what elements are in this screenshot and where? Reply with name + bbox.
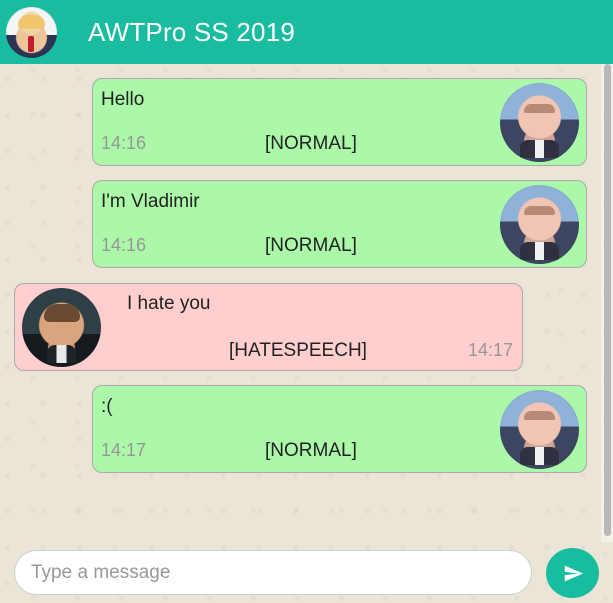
message-bubble: I'm Vladimir 14:16 [NORMAL]: [92, 180, 587, 268]
message-text: Hello: [101, 89, 145, 110]
send-button[interactable]: [546, 548, 599, 598]
message-text: I'm Vladimir: [101, 191, 200, 212]
message-bubble: I hate you [HATESPEECH] 14:17: [14, 283, 523, 371]
header-avatar: [6, 6, 57, 58]
message-classification: [NORMAL]: [265, 235, 357, 256]
message-bubble: :( 14:17 [NORMAL]: [92, 385, 587, 473]
message-time: 14:16: [101, 133, 147, 153]
message-classification: [NORMAL]: [265, 133, 357, 154]
message-time: 14:17: [467, 340, 513, 360]
message-composer: [0, 542, 613, 603]
kennedy-avatar: [22, 288, 101, 367]
putin-avatar: [500, 83, 579, 162]
message-classification: [NORMAL]: [265, 440, 357, 461]
putin-avatar: [500, 185, 579, 264]
message-input[interactable]: [14, 550, 532, 595]
chat-title: AWTPro SS 2019: [88, 17, 296, 47]
message-classification: [HATESPEECH]: [229, 340, 367, 361]
send-icon: [564, 565, 584, 582]
message-list[interactable]: Hello 14:16 [NORMAL] I'm Vladimir 14:16 …: [0, 64, 613, 542]
message-bubble: Hello 14:16 [NORMAL]: [92, 78, 587, 166]
chat-window: AWTPro SS 2019 Hello 14:16 [NORMAL] I'm …: [0, 0, 613, 603]
chat-header: AWTPro SS 2019: [0, 0, 613, 64]
message-time: 14:16: [101, 235, 147, 255]
message-time: 14:17: [101, 440, 147, 460]
scrollbar-thumb[interactable]: [604, 64, 611, 536]
message-text: :(: [101, 396, 113, 417]
message-text: I hate you: [127, 293, 211, 314]
message-scrollbar[interactable]: [601, 64, 613, 542]
putin-avatar: [500, 390, 579, 469]
